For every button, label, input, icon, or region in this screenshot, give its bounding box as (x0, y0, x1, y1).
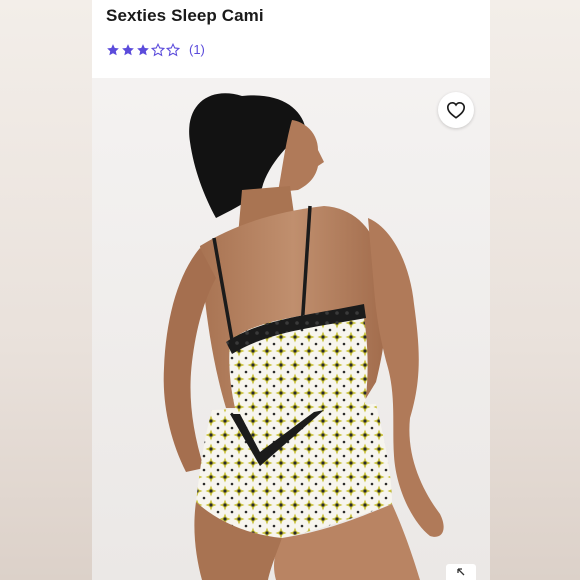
star-filled-icon (137, 43, 149, 55)
star-outline-icon (166, 42, 180, 56)
star-filled-icon (122, 43, 134, 55)
expand-arrow-icon (457, 568, 465, 576)
rating-stars[interactable]: (1) (106, 42, 205, 57)
product-header: Sexties Sleep Cami (1) (92, 0, 490, 78)
blurred-background-right (490, 0, 580, 580)
review-count[interactable]: (1) (189, 42, 205, 57)
blurred-background-left (0, 0, 92, 580)
favorite-button[interactable] (438, 92, 474, 128)
heart-outline-icon (446, 101, 466, 119)
product-card: Sexties Sleep Cami (1) (92, 0, 490, 580)
model-illustration (163, 93, 444, 580)
product-title: Sexties Sleep Cami (106, 6, 264, 25)
product-photo[interactable] (92, 78, 490, 580)
expand-image-button[interactable] (446, 564, 476, 580)
star-filled-icon (107, 43, 119, 55)
star-outline-icon (151, 42, 165, 56)
